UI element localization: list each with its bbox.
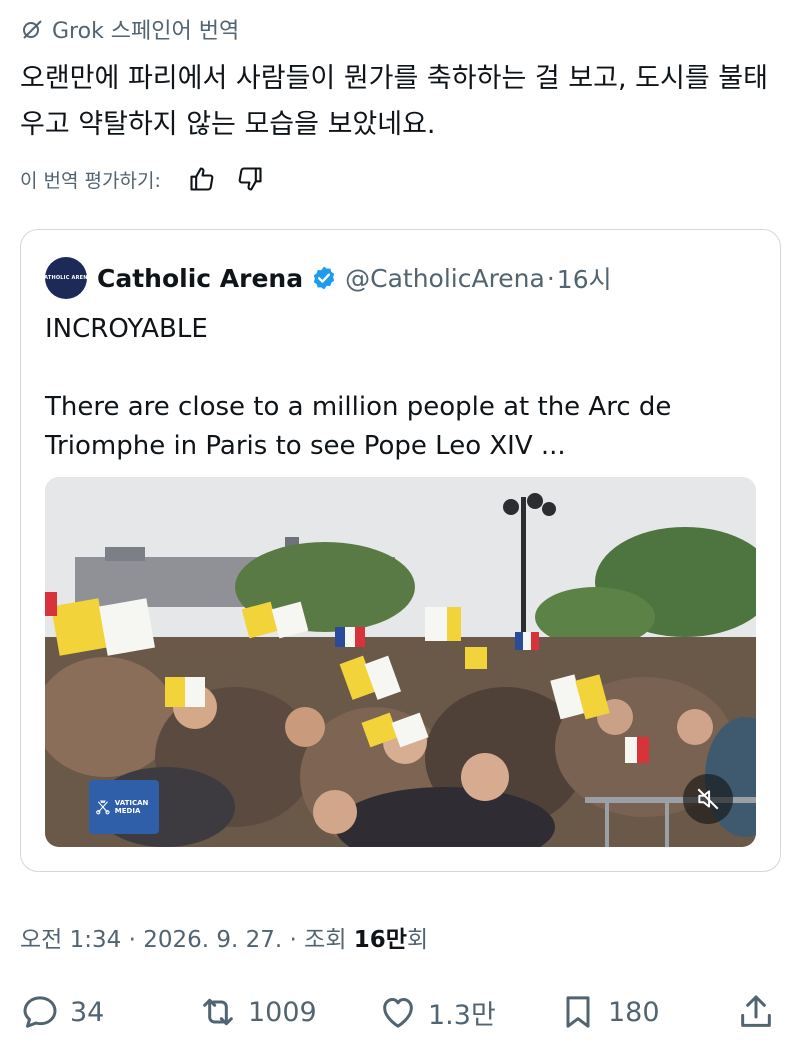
grok-label-text: Grok 스페인어 번역 bbox=[52, 19, 240, 44]
repost-icon bbox=[203, 998, 233, 1026]
translated-post-text: 오랜만에 파리에서 사람들이 뭔가를 축하하는 걸 보고, 도시를 불태우고 약… bbox=[20, 63, 768, 140]
share-icon bbox=[741, 995, 771, 1027]
views-suffix: 회 bbox=[406, 927, 429, 953]
meta-separator: · bbox=[282, 927, 305, 953]
views-label: 조회 bbox=[304, 927, 347, 953]
muted-speaker-icon bbox=[697, 788, 719, 810]
meta-separator: · bbox=[121, 927, 144, 953]
heart-icon bbox=[383, 998, 413, 1028]
repost-count: 1009 bbox=[248, 996, 317, 1028]
grok-icon bbox=[23, 20, 42, 39]
reply-count: 34 bbox=[70, 996, 105, 1028]
post-date[interactable]: 2026. 9. 27. bbox=[143, 927, 282, 953]
post-time[interactable]: 오전 1:34 bbox=[20, 927, 121, 953]
vatican-media-watermark: VATICAN MEDIA bbox=[114, 799, 149, 815]
post-video[interactable]: VATICAN MEDIA bbox=[45, 477, 756, 847]
quoted-display-name[interactable]: Catholic Arena bbox=[97, 264, 303, 293]
share-button[interactable] bbox=[736, 986, 786, 1038]
reply-button[interactable]: 34 bbox=[20, 986, 104, 1038]
bookmark-icon bbox=[566, 996, 590, 1028]
avatar[interactable]: CATHOLIC ARENA bbox=[40, 257, 92, 299]
repost-button[interactable]: 1009 bbox=[198, 986, 317, 1038]
thumbs-up-icon bbox=[190, 167, 214, 191]
thumbs-up-button[interactable] bbox=[185, 162, 219, 196]
rate-translation-label: 이 번역 평가하기: bbox=[20, 169, 161, 192]
post-meta: 오전 1:34 · 2026. 9. 27. · 조회 16만회 bbox=[20, 920, 428, 954]
quoted-headline: INCROYABLE bbox=[45, 314, 208, 344]
quoted-post-card[interactable]: CATHOLIC ARENA Catholic Arena @CatholicA… bbox=[20, 229, 781, 872]
verified-badge-icon bbox=[313, 266, 335, 290]
grok-translation-label[interactable]: Grok 스페인어 번역 bbox=[20, 14, 239, 44]
quoted-handle[interactable]: @CatholicArena bbox=[345, 264, 545, 293]
bookmark-count: 180 bbox=[608, 996, 660, 1028]
action-bar: 34 1009 1.3만 180 bbox=[20, 986, 780, 1038]
separator-dot: · bbox=[546, 263, 555, 293]
bookmark-button[interactable]: 180 bbox=[558, 986, 660, 1038]
thumbs-down-icon bbox=[238, 167, 262, 191]
views-count[interactable]: 16만 bbox=[354, 927, 407, 953]
quoted-post-text: INCROYABLE There are close to a million … bbox=[45, 310, 745, 466]
quoted-post-header: CATHOLIC ARENA Catholic Arena @CatholicA… bbox=[40, 257, 612, 299]
quoted-body: There are close to a million people at t… bbox=[45, 392, 672, 461]
keys-emblem-icon bbox=[96, 800, 110, 815]
thumbs-down-button[interactable] bbox=[233, 162, 267, 196]
quoted-post-time[interactable]: 16시 bbox=[557, 260, 612, 296]
vatican-media-logo: VATICAN MEDIA bbox=[89, 780, 159, 834]
unmute-button[interactable] bbox=[683, 774, 733, 824]
like-button[interactable]: 1.3만 bbox=[378, 986, 496, 1038]
reply-icon bbox=[23, 996, 57, 1028]
like-count: 1.3만 bbox=[428, 999, 496, 1031]
rate-translation-row: 이 번역 평가하기: bbox=[20, 162, 267, 196]
